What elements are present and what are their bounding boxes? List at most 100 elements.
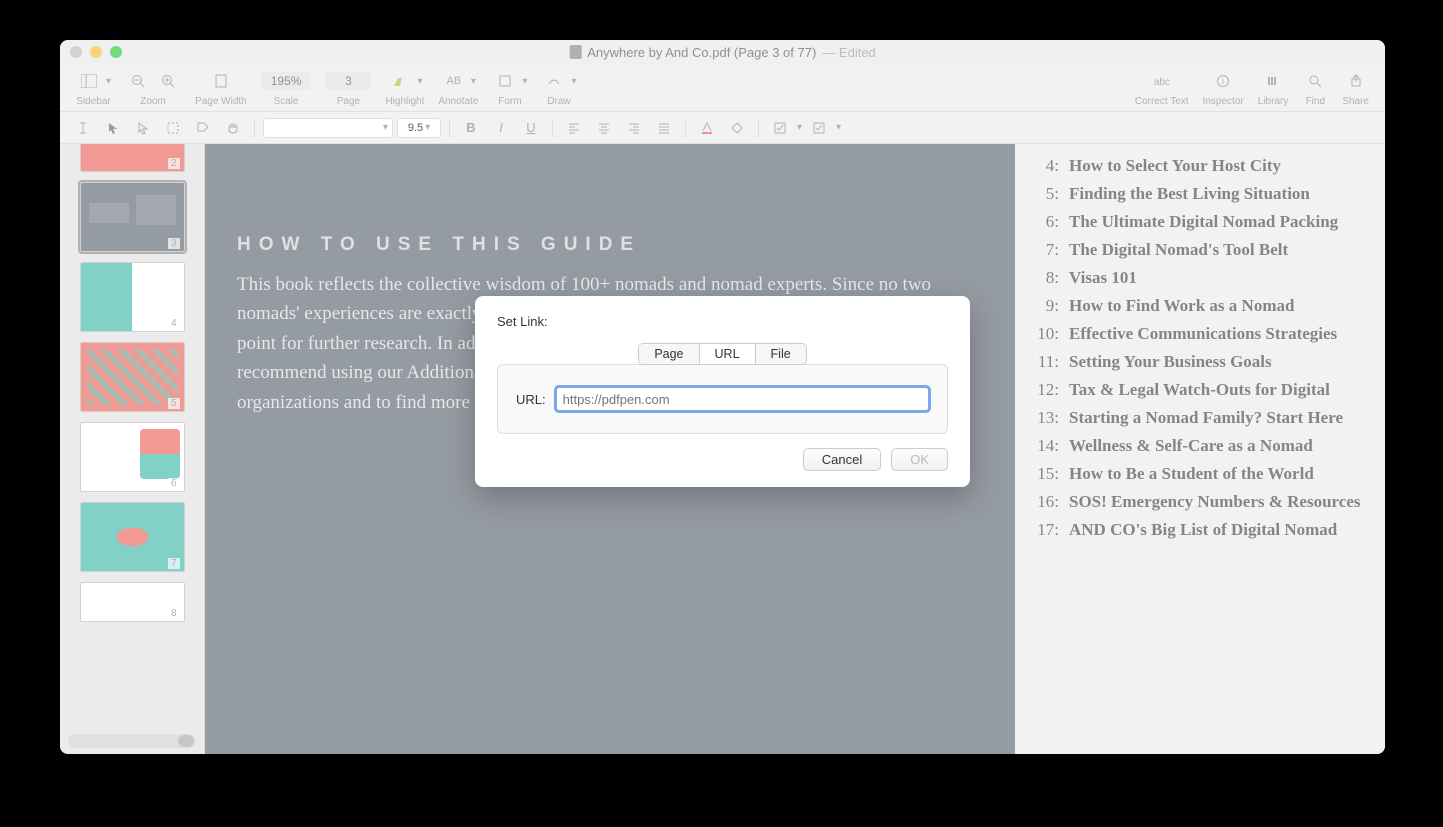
toc-item[interactable]: 9: How to Find Work as a Nomad: [1033, 296, 1385, 316]
window-close[interactable]: [70, 46, 82, 58]
chevron-down-icon: ▾: [417, 76, 422, 87]
toc-label: How to Select Your Host City: [1069, 156, 1281, 176]
page-thumbnail[interactable]: 2: [80, 144, 185, 172]
sidebar-toggle[interactable]: [76, 70, 102, 92]
italic-button[interactable]: I: [488, 117, 514, 139]
toc-number: 9:: [1033, 296, 1059, 316]
url-form: URL:: [497, 364, 948, 434]
url-input[interactable]: [556, 387, 929, 411]
page-thumbnail[interactable]: 8: [80, 582, 185, 622]
align-right[interactable]: [621, 117, 647, 139]
scale-value[interactable]: 195%: [261, 72, 312, 90]
toc-item[interactable]: 12:Tax & Legal Watch-Outs for Digital: [1033, 380, 1385, 400]
toc-item[interactable]: 14:Wellness & Self-Care as a Nomad: [1033, 436, 1385, 456]
toc-item[interactable]: 8:Visas 101: [1033, 268, 1385, 288]
fill-color[interactable]: [724, 117, 750, 139]
toc-item[interactable]: 16:SOS! Emergency Numbers & Resources: [1033, 492, 1385, 512]
toc-item[interactable]: 13:Starting a Nomad Family? Start Here: [1033, 408, 1385, 428]
annotate-button[interactable]: AB: [441, 70, 467, 92]
thumb-page-number: 5: [168, 398, 180, 409]
zoom-label: Zoom: [140, 96, 166, 107]
main-toolbar: ▾ Sidebar Zoom Page Width 195% Scale 3 P…: [60, 64, 1385, 112]
form-button[interactable]: [492, 70, 518, 92]
marquee-tool[interactable]: [160, 117, 186, 139]
correct-text-button[interactable]: abc: [1149, 70, 1175, 92]
text-color[interactable]: [694, 117, 720, 139]
url-label: URL:: [516, 392, 546, 407]
page-thumbnail[interactable]: 5: [80, 342, 185, 412]
page-width-button[interactable]: [208, 70, 234, 92]
checkbox-tool-2[interactable]: [806, 117, 832, 139]
toc-number: 15:: [1033, 464, 1059, 484]
page-label: Page: [337, 96, 360, 107]
tab-url[interactable]: URL: [700, 344, 756, 364]
zoom-out[interactable]: [125, 70, 151, 92]
thumb-page-number: 2: [168, 158, 180, 169]
toc-item[interactable]: 11:Setting Your Business Goals: [1033, 352, 1385, 372]
annotate-label: Annotate: [438, 96, 478, 107]
tab-file[interactable]: File: [756, 344, 806, 364]
thumb-page-number: 6: [168, 478, 180, 489]
align-left[interactable]: [561, 117, 587, 139]
link-type-tabs: Page URL File: [497, 343, 948, 365]
underline-button[interactable]: U: [518, 117, 544, 139]
toc-number: 16:: [1033, 492, 1059, 512]
toc-item[interactable]: 6:The Ultimate Digital Nomad Packing: [1033, 212, 1385, 232]
ok-button[interactable]: OK: [891, 448, 948, 471]
toc-number: 6:: [1033, 212, 1059, 232]
toc-item[interactable]: 10:Effective Communications Strategies: [1033, 324, 1385, 344]
zoom-in[interactable]: [155, 70, 181, 92]
checkbox-tool[interactable]: [767, 117, 793, 139]
tab-page[interactable]: Page: [639, 344, 699, 364]
titlebar: Anywhere by And Co.pdf (Page 3 of 77) — …: [60, 40, 1385, 64]
align-center[interactable]: [591, 117, 617, 139]
pointer-tool[interactable]: [100, 117, 126, 139]
bold-button[interactable]: B: [458, 117, 484, 139]
toc-label: Finding the Best Living Situation: [1069, 184, 1310, 204]
scale-label: Scale: [274, 96, 299, 107]
select-tool[interactable]: [130, 117, 156, 139]
font-family-select[interactable]: ▾: [263, 118, 393, 138]
svg-text:abc: abc: [1154, 77, 1170, 88]
toc-number: 14:: [1033, 436, 1059, 456]
page-thumbnail[interactable]: 6: [80, 422, 185, 492]
highlight-button[interactable]: [387, 70, 413, 92]
find-button[interactable]: [1302, 70, 1328, 92]
page-thumbnail[interactable]: 3: [80, 182, 185, 252]
font-size-value: 9.5: [408, 122, 423, 134]
library-button[interactable]: [1260, 70, 1286, 92]
window-zoom[interactable]: [110, 46, 122, 58]
toc-item[interactable]: 4:How to Select Your Host City: [1033, 156, 1385, 176]
window-title: Anywhere by And Co.pdf (Page 3 of 77) — …: [569, 45, 876, 60]
hand-tool[interactable]: [220, 117, 246, 139]
toc-item[interactable]: 17:AND CO's Big List of Digital Nomad: [1033, 520, 1385, 540]
toc-item[interactable]: 5: Finding the Best Living Situation: [1033, 184, 1385, 204]
inspector-button[interactable]: i: [1210, 70, 1236, 92]
thumb-page-number: 7: [168, 558, 180, 569]
share-button[interactable]: [1343, 70, 1369, 92]
page-heading: HOW TO USE THIS GUIDE: [237, 234, 983, 256]
tag-tool[interactable]: [190, 117, 216, 139]
toc-number: 13:: [1033, 408, 1059, 428]
toc-number: 5:: [1033, 184, 1059, 204]
toc-label: How to Find Work as a Nomad: [1069, 296, 1294, 316]
font-size-select[interactable]: 9.5▾: [397, 118, 441, 138]
toc-item[interactable]: 7:The Digital Nomad's Tool Belt: [1033, 240, 1385, 260]
edit-toolbar: ▾ 9.5▾ B I U ▾ ▾: [60, 112, 1385, 144]
page-number[interactable]: 3: [325, 72, 371, 90]
toc-number: 17:: [1033, 520, 1059, 540]
chevron-down-icon: ▾: [471, 76, 476, 87]
align-justify[interactable]: [651, 117, 677, 139]
page-thumbnail[interactable]: 7: [80, 502, 185, 572]
text-cursor-tool[interactable]: [70, 117, 96, 139]
draw-button[interactable]: [541, 70, 567, 92]
form-label: Form: [498, 96, 521, 107]
toc-number: 7:: [1033, 240, 1059, 260]
window-minimize[interactable]: [90, 46, 102, 58]
page-thumbnail[interactable]: 4: [80, 262, 185, 332]
toc-item[interactable]: 15:How to Be a Student of the World: [1033, 464, 1385, 484]
find-label: Find: [1306, 96, 1325, 107]
sidebar-scrollbar[interactable]: [68, 734, 196, 748]
cancel-button[interactable]: Cancel: [803, 448, 881, 471]
toc-panel: 4:How to Select Your Host City 5: Finding …: [1015, 144, 1385, 754]
